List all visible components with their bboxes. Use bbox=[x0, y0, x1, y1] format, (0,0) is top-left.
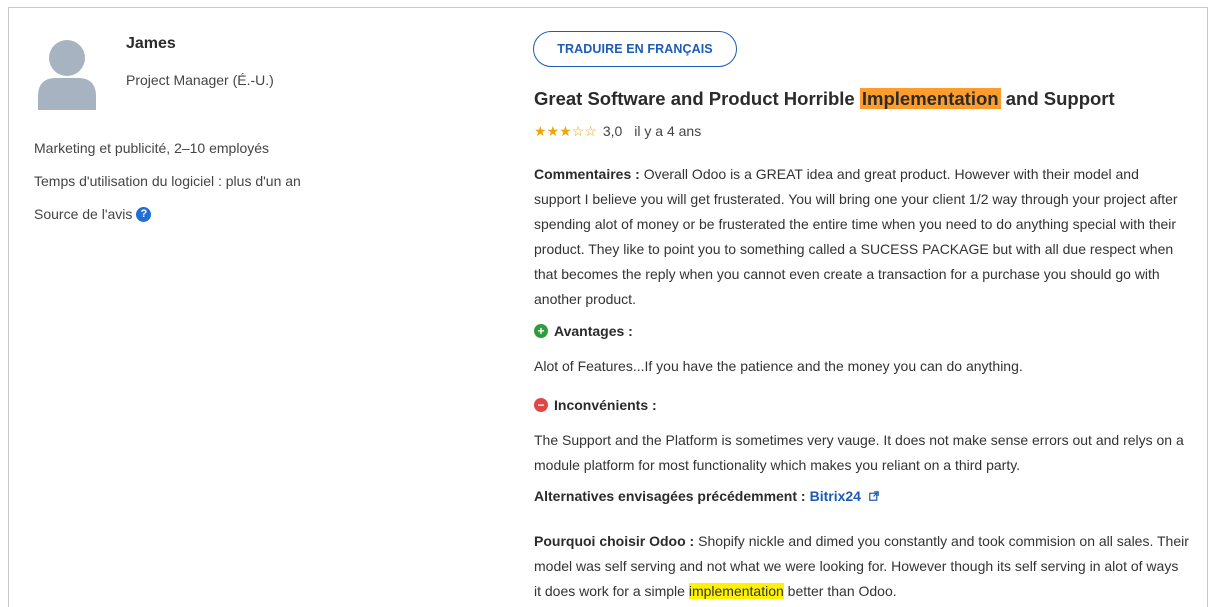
software-usage-duration: Temps d'utilisation du logiciel : plus d… bbox=[34, 173, 301, 189]
question-circle-icon[interactable]: ? bbox=[136, 206, 152, 222]
pros-text: Alot of Features...If you have the patie… bbox=[534, 358, 1023, 374]
why-text-end: better than Odoo. bbox=[783, 583, 897, 599]
reviewer-industry: Marketing et publicité, 2–10 employés bbox=[34, 140, 270, 156]
review-source-label: Source de l'avis bbox=[34, 206, 133, 222]
review-title: Great Software and Product Horrible Impl… bbox=[534, 88, 1115, 110]
user-avatar-icon bbox=[38, 40, 96, 110]
star-filled-icon: ★ bbox=[559, 123, 572, 139]
rating-value: 3,0 bbox=[602, 123, 623, 139]
review-title-start: Great Software and Product Horrible bbox=[534, 88, 860, 109]
pros-label: Avantages : bbox=[554, 323, 633, 339]
cons-text: The Support and the Platform is sometime… bbox=[534, 432, 1184, 473]
cons-heading: − Inconvénients : bbox=[534, 397, 657, 413]
reviewer-role: Project Manager (É.-U.) bbox=[126, 72, 274, 88]
review-comments: Commentaires : Overall Odoo is a GREAT i… bbox=[534, 162, 1189, 312]
alternative-link[interactable]: Bitrix24 bbox=[810, 488, 861, 504]
review-title-end: and Support bbox=[1000, 88, 1115, 109]
rating-row: ★ ★ ★ ☆ ☆ 3,0 il y a 4 ans bbox=[534, 123, 701, 139]
star-filled-icon: ★ bbox=[534, 123, 547, 139]
external-link-icon[interactable] bbox=[869, 491, 879, 501]
why-choose-odoo: Pourquoi choisir Odoo : Shopify nickle a… bbox=[534, 529, 1189, 604]
cons-label: Inconvénients : bbox=[554, 397, 657, 413]
pros-heading: + Avantages : bbox=[534, 323, 633, 339]
review-age: il y a 4 ans bbox=[634, 123, 702, 139]
comments-label: Commentaires : bbox=[534, 166, 640, 182]
reviewer-name: James bbox=[126, 35, 176, 52]
star-empty-icon: ☆ bbox=[584, 123, 597, 139]
review-source: Source de l'avis ? bbox=[34, 206, 152, 222]
alternatives-row: Alternatives envisagées précédemment : B… bbox=[534, 488, 879, 504]
why-text-highlight: implementation bbox=[688, 583, 784, 599]
comments-text: Overall Odoo is a GREAT idea and great p… bbox=[534, 166, 1178, 307]
translate-button[interactable]: TRADUIRE EN FRANÇAIS bbox=[533, 31, 737, 67]
alternatives-label: Alternatives envisagées précédemment : bbox=[534, 488, 806, 504]
minus-circle-icon: − bbox=[534, 398, 548, 412]
plus-circle-icon: + bbox=[534, 324, 548, 338]
star-empty-icon: ☆ bbox=[571, 123, 585, 139]
star-filled-icon: ★ bbox=[546, 123, 560, 139]
why-label: Pourquoi choisir Odoo : bbox=[534, 533, 695, 549]
review-title-highlight: Implementation bbox=[859, 88, 1001, 109]
